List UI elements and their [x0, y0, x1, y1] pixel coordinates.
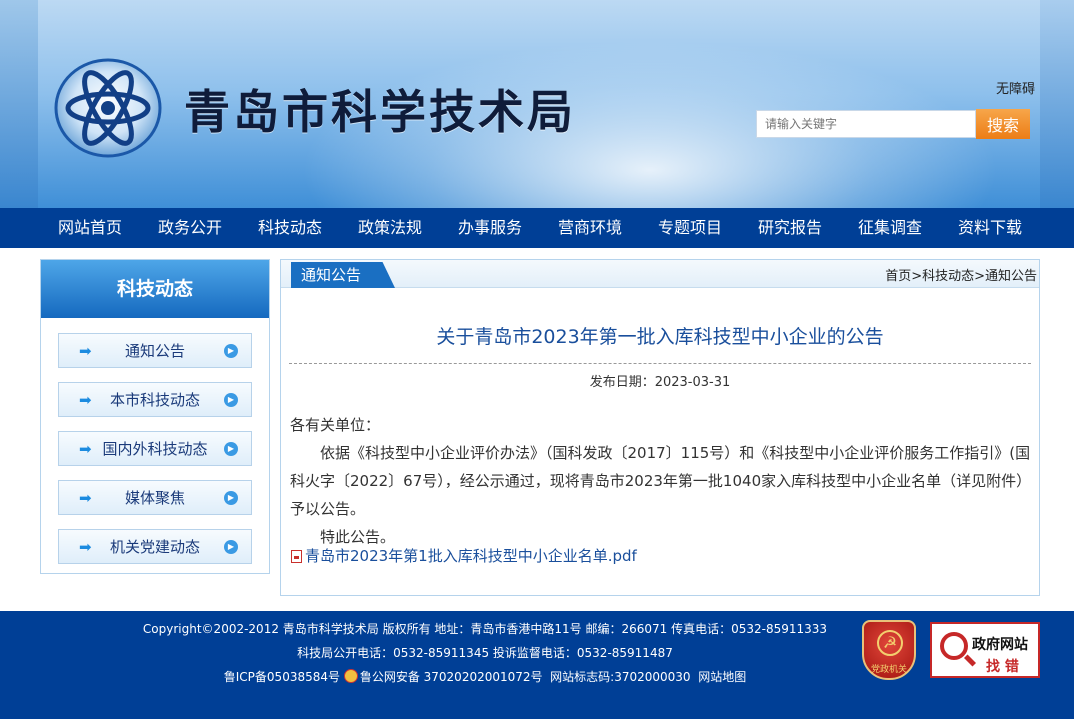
- footer-phones: 科技局公开电话：0532-85911345 投诉监督电话：0532-859114…: [297, 646, 673, 660]
- footer-copyright: Copyright©2002-2012 青岛市科学技术局 版权所有 地址：青岛市…: [142, 622, 828, 636]
- icp-record-link[interactable]: 鲁ICP备05038584号: [224, 670, 340, 684]
- nav-item-reports[interactable]: 研究报告: [740, 208, 840, 248]
- nav-item-tech-news[interactable]: 科技动态: [240, 208, 340, 248]
- sidebar-item-media[interactable]: ➡ 媒体聚焦 ▶: [58, 480, 252, 515]
- chevron-right-icon: ▶: [224, 442, 238, 456]
- article-title: 关于青岛市2023年第一批入库科技型中小企业的公告: [436, 326, 884, 348]
- site-header: 青岛市科学技术局 无障碍 搜索: [0, 0, 1074, 208]
- sidebar-item-label: 媒体聚焦: [124, 489, 185, 507]
- nav-item-home[interactable]: 网站首页: [40, 208, 140, 248]
- nav-item-business[interactable]: 营商环境: [540, 208, 640, 248]
- arrow-right-icon: ➡: [79, 440, 92, 458]
- sidebar-item-notices[interactable]: ➡ 通知公告 ▶: [58, 333, 252, 368]
- publish-date: 发布日期：2023-03-31: [589, 375, 731, 390]
- attachment-link[interactable]: 青岛市2023年第1批入库科技型中小企业名单.pdf: [291, 545, 637, 566]
- nav-item-survey[interactable]: 征集调查: [840, 208, 940, 248]
- arrow-right-icon: ➡: [79, 489, 92, 507]
- sidebar-title: 科技动态: [41, 260, 269, 318]
- sidebar-item-party[interactable]: ➡ 机关党建动态 ▶: [58, 529, 252, 564]
- sidebar: 科技动态 ➡ 通知公告 ▶ ➡ 本市科技动态 ▶ ➡ 国内外科技动态 ▶ ➡ 媒…: [40, 259, 270, 574]
- sidebar-item-world-news[interactable]: ➡ 国内外科技动态 ▶: [58, 431, 252, 466]
- content-header-bar: 通知公告 首页>科技动态>通知公告: [281, 260, 1039, 288]
- article-salutation: 各有关单位：: [290, 416, 381, 434]
- magnifier-icon: [940, 632, 968, 660]
- party-emblem-icon: ☭: [877, 630, 903, 656]
- nav-item-downloads[interactable]: 资料下载: [940, 208, 1040, 248]
- party-badge-label: 党政机关: [870, 665, 907, 675]
- sidebar-item-local-news[interactable]: ➡ 本市科技动态 ▶: [58, 382, 252, 417]
- sidebar-item-label: 通知公告: [124, 342, 185, 360]
- tab-notices[interactable]: 通知公告: [291, 262, 395, 288]
- accessibility-link[interactable]: 无障碍: [996, 78, 1035, 97]
- atom-logo-icon[interactable]: [52, 56, 164, 160]
- nav-item-policy[interactable]: 政策法规: [340, 208, 440, 248]
- nav-item-projects[interactable]: 专题项目: [640, 208, 740, 248]
- error-report-subtitle: 找 错: [986, 659, 1019, 675]
- arrow-right-icon: ➡: [79, 538, 92, 556]
- nav-item-gov-info[interactable]: 政务公开: [140, 208, 240, 248]
- breadcrumb[interactable]: 首页>科技动态>通知公告: [885, 265, 1037, 284]
- search-button[interactable]: 搜索: [976, 109, 1030, 139]
- gov-site-error-report[interactable]: 政府网站 找 错: [930, 622, 1040, 678]
- footer-records: 鲁ICP备05038584号 鲁公网安备 37020202001072号 网站标…: [0, 668, 970, 685]
- chevron-right-icon: ▶: [224, 344, 238, 358]
- site-code: 网站标志码:3702000030: [550, 670, 691, 684]
- main-nav: 网站首页 政务公开 科技动态 政策法规 办事服务 营商环境 专题项目 研究报告 …: [0, 208, 1074, 248]
- article-panel: 通知公告 首页>科技动态>通知公告 关于青岛市2023年第一批入库科技型中小企业…: [280, 259, 1040, 596]
- header-edge-right: [1040, 0, 1074, 208]
- attachment-label: 青岛市2023年第1批入库科技型中小企业名单.pdf: [305, 547, 637, 565]
- magnifier-handle: [963, 654, 977, 667]
- search-input[interactable]: [756, 110, 976, 138]
- police-record-link[interactable]: 鲁公网安备 37020202001072号: [360, 670, 543, 684]
- nav-item-services[interactable]: 办事服务: [440, 208, 540, 248]
- article-paragraph: 依据《科技型中小企业评价办法》（国科发政〔2017〕115号）和《科技型中小企业…: [290, 444, 1032, 518]
- arrow-right-icon: ➡: [79, 391, 92, 409]
- sidebar-item-label: 本市科技动态: [109, 391, 200, 409]
- chevron-right-icon: ▶: [224, 491, 238, 505]
- arrow-right-icon: ➡: [79, 342, 92, 360]
- sitemap-link[interactable]: 网站地图: [698, 670, 746, 684]
- police-badge-icon: [343, 669, 358, 683]
- pdf-file-icon: [291, 550, 302, 563]
- chevron-right-icon: ▶: [224, 540, 238, 554]
- header-edge-left: [0, 0, 38, 208]
- sidebar-item-label: 国内外科技动态: [102, 440, 208, 458]
- chevron-right-icon: ▶: [224, 393, 238, 407]
- article-body: 各有关单位： 依据《科技型中小企业评价办法》（国科发政〔2017〕115号）和《…: [290, 411, 1032, 551]
- sidebar-item-label: 机关党建动态: [109, 538, 200, 556]
- error-report-title: 政府网站: [972, 637, 1028, 653]
- party-gov-badge[interactable]: ☭ 党政机关: [862, 620, 916, 680]
- site-title: 青岛市科学技术局: [184, 85, 576, 139]
- title-divider: [289, 363, 1031, 364]
